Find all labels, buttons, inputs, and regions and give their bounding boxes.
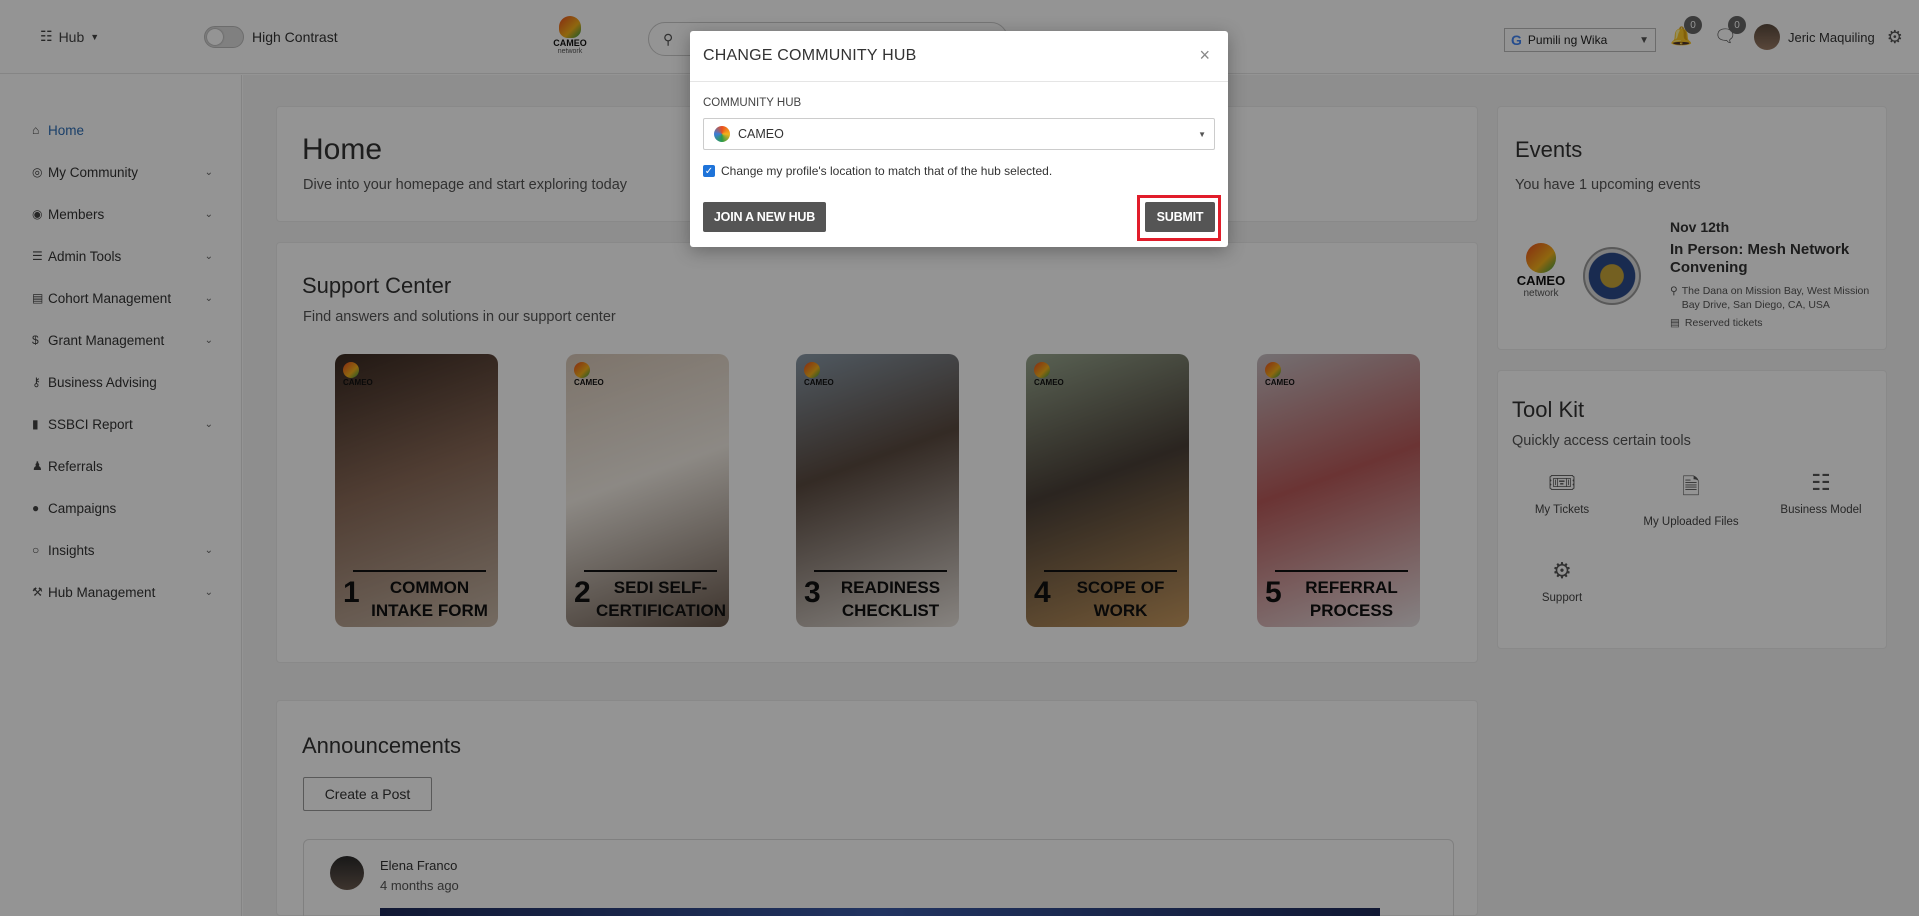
close-icon[interactable]: ×: [1199, 45, 1210, 66]
community-hub-select[interactable]: CAMEO ▼: [703, 118, 1215, 150]
modal-header: CHANGE COMMUNITY HUB: [690, 31, 1228, 82]
submit-highlight: [1137, 195, 1221, 241]
location-match-label: Change my profile's location to match th…: [721, 164, 1053, 178]
hub-logo-icon: [714, 126, 730, 142]
location-match-checkbox[interactable]: ✓: [703, 165, 715, 177]
join-new-hub-button[interactable]: JOIN A NEW HUB: [703, 202, 826, 232]
selected-hub: CAMEO: [738, 127, 784, 141]
location-match-checkbox-row[interactable]: ✓ Change my profile's location to match …: [703, 164, 1052, 178]
community-hub-label: COMMUNITY HUB: [703, 97, 802, 109]
modal-title: CHANGE COMMUNITY HUB: [703, 47, 917, 64]
caret-down-icon: ▼: [1198, 130, 1206, 139]
